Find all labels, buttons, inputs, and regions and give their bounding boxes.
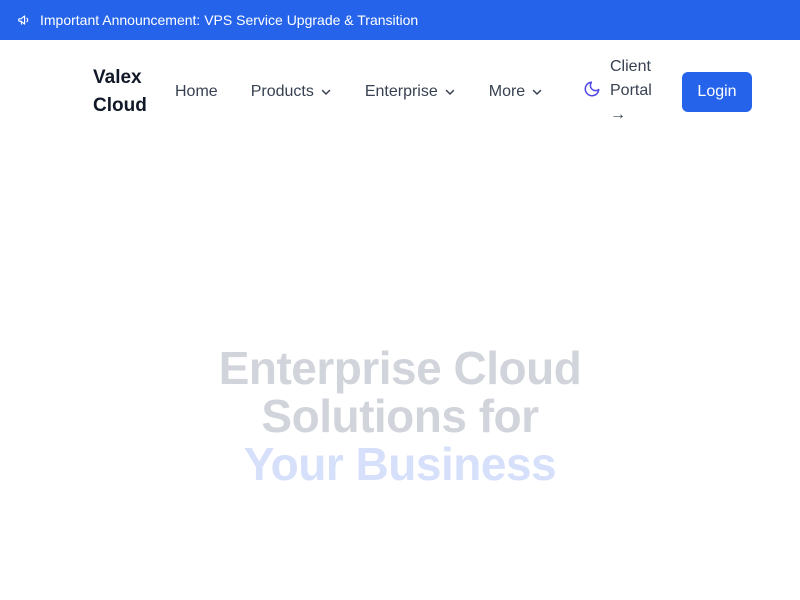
nav-links: Home Products Enterprise More: [175, 78, 543, 106]
nav-item-products[interactable]: Products: [251, 83, 332, 101]
hero-heading: Enterprise Cloud Solutions for Your Busi…: [0, 344, 800, 488]
brand-name-line1: Valex: [93, 67, 142, 88]
login-button[interactable]: Login: [682, 72, 752, 112]
announcement-text[interactable]: Important Announcement: VPS Service Upgr…: [40, 12, 418, 28]
client-portal-label-line1: Client: [610, 58, 651, 75]
brand-logo[interactable]: Valex Cloud: [93, 64, 163, 120]
nav-item-label: Home: [175, 83, 218, 100]
nav-item-label: More: [488, 83, 526, 100]
nav-item-home[interactable]: Home: [175, 83, 218, 101]
main-navbar: Valex Cloud Home Products Enterprise Mor…: [0, 40, 800, 144]
brand-name-line2: Cloud: [93, 95, 147, 116]
client-portal-label-line2: Portal: [610, 82, 652, 99]
moon-icon: [583, 80, 601, 103]
arrow-right-icon: →: [610, 106, 626, 123]
megaphone-icon: [16, 12, 32, 28]
nav-item-label: Products: [250, 83, 314, 100]
nav-item-label: Enterprise: [364, 83, 438, 100]
chevron-down-icon: [531, 86, 543, 98]
hero-title-highlight: Your Business: [243, 438, 557, 490]
client-portal-link[interactable]: Client Portal →: [610, 55, 670, 127]
theme-toggle-button[interactable]: [583, 80, 601, 103]
hero-title-line1: Enterprise Cloud: [218, 342, 582, 394]
chevron-down-icon: [320, 86, 332, 98]
nav-item-enterprise[interactable]: Enterprise: [365, 83, 456, 101]
nav-item-more[interactable]: More: [489, 83, 543, 101]
hero-title-line2: Solutions for: [261, 390, 539, 442]
announcement-bar[interactable]: Important Announcement: VPS Service Upgr…: [0, 0, 800, 40]
chevron-down-icon: [444, 86, 456, 98]
